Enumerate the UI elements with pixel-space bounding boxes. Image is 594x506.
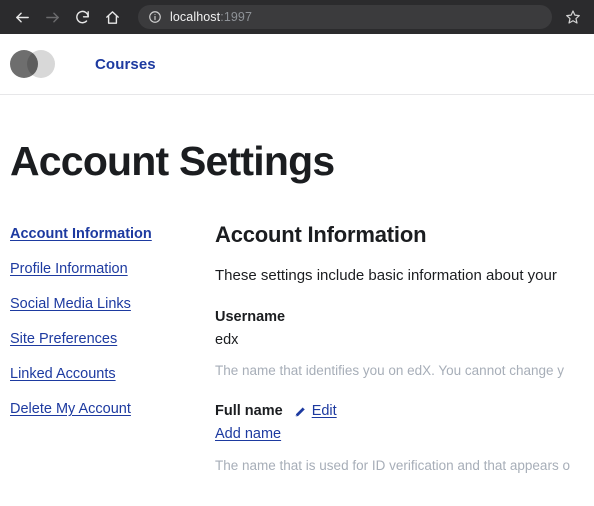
home-icon	[105, 10, 119, 24]
info-circle-icon[interactable]	[148, 10, 162, 24]
bookmark-button[interactable]	[560, 4, 586, 30]
sidebar-item-linked-accounts[interactable]: Linked Accounts	[10, 365, 215, 383]
sidebar-item-label[interactable]: Account Information	[10, 226, 152, 242]
nav-link-courses[interactable]: Courses	[95, 56, 156, 73]
settings-sidebar: Account Information Profile Information …	[10, 222, 215, 435]
back-button[interactable]	[8, 3, 36, 31]
arrow-left-icon	[15, 12, 29, 22]
arrow-right-icon	[45, 12, 59, 22]
sidebar-item-account-information[interactable]: Account Information	[10, 225, 215, 243]
sidebar-item-site-preferences[interactable]: Site Preferences	[10, 330, 215, 348]
logo-circle-light	[27, 50, 55, 78]
section-description: These settings include basic information…	[215, 267, 557, 285]
settings-layout: Account Information Profile Information …	[10, 222, 584, 473]
header-nav: Courses	[95, 56, 156, 73]
forward-button[interactable]	[38, 3, 66, 31]
sidebar-item-delete-my-account[interactable]: Delete My Account	[10, 400, 215, 418]
pencil-icon	[295, 406, 305, 417]
field-help-text: The name that identifies you on edX. You…	[215, 363, 565, 379]
home-button[interactable]	[98, 3, 126, 31]
section-heading: Account Information	[215, 222, 427, 248]
sidebar-item-label[interactable]: Delete My Account	[10, 401, 131, 417]
sidebar-item-label[interactable]: Site Preferences	[10, 331, 117, 347]
field-full-name: Full name Edit Add name The name that is…	[215, 403, 584, 473]
page-content: Account Settings Account Information Pro…	[0, 138, 594, 473]
field-username: Username edx The name that identifies yo…	[215, 309, 584, 378]
field-label-row: Username	[215, 309, 584, 325]
sidebar-item-label[interactable]: Social Media Links	[10, 296, 131, 312]
edit-full-name-button[interactable]: Edit	[293, 403, 337, 419]
sidebar-item-social-media-links[interactable]: Social Media Links	[10, 295, 215, 313]
field-label: Username	[215, 309, 286, 326]
browser-toolbar: localhost:1997	[0, 0, 594, 34]
field-label: Full name	[215, 403, 283, 420]
field-label-row: Full name Edit	[215, 403, 584, 419]
address-bar-text: localhost:1997	[170, 10, 252, 24]
reload-button[interactable]	[68, 3, 96, 31]
url-port: :1997	[220, 10, 253, 24]
reload-icon	[75, 10, 89, 23]
sidebar-item-profile-information[interactable]: Profile Information	[10, 260, 215, 278]
page-title: Account Settings	[10, 138, 335, 184]
field-help-text: The name that is used for ID verificatio…	[215, 458, 570, 474]
edx-logo-circles-icon[interactable]	[10, 49, 57, 79]
star-icon	[566, 10, 580, 24]
sidebar-item-label[interactable]: Profile Information	[10, 261, 128, 277]
field-value: edx	[215, 332, 239, 349]
url-host: localhost	[170, 10, 221, 24]
address-bar[interactable]: localhost:1997	[138, 5, 552, 29]
sidebar-item-label[interactable]: Linked Accounts	[10, 366, 116, 382]
site-header: Courses	[0, 34, 594, 95]
account-information-panel: Account Information These settings inclu…	[215, 222, 584, 473]
edit-link-label[interactable]: Edit	[312, 403, 337, 419]
add-name-link[interactable]: Add name	[215, 426, 281, 442]
